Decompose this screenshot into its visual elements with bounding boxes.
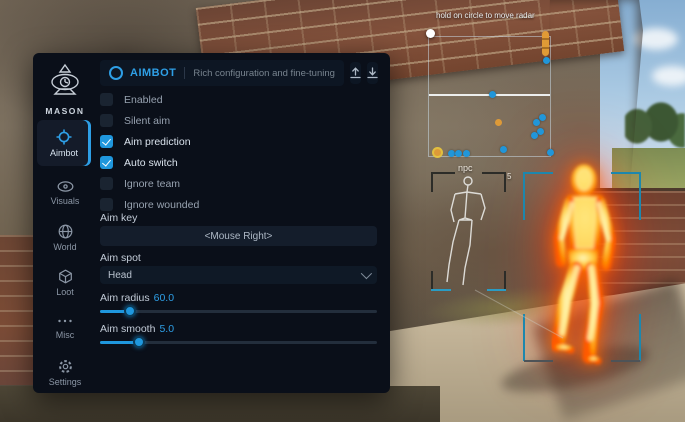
checkbox-icon[interactable] — [100, 156, 113, 169]
checkbox-icon[interactable] — [100, 177, 113, 190]
mason-eye-icon — [44, 63, 86, 99]
sidebar-item-label: Misc — [33, 330, 97, 340]
divider — [184, 67, 185, 79]
sidebar-item-label: Aimbot — [37, 148, 91, 158]
sidebar-item-visuals[interactable]: Visuals — [33, 180, 97, 206]
sidebar-item-label: World — [33, 242, 97, 252]
aim-smooth-value: 5.0 — [159, 323, 174, 335]
aim-radius-value: 60.0 — [154, 292, 174, 304]
download-icon — [367, 67, 378, 79]
aim-radius-slider[interactable] — [100, 305, 377, 317]
radar-dot — [547, 149, 554, 156]
checkbox-silent-aim[interactable]: Silent aim — [100, 110, 377, 131]
sidebar: MASON Aimbot Visuals — [33, 53, 97, 393]
radar-panel[interactable] — [428, 36, 551, 157]
aim-spot-select[interactable]: Head — [100, 266, 377, 284]
page-header: AIMBOT Rich configuration and fine-tunin… — [100, 60, 377, 86]
upload-config-button[interactable] — [350, 62, 361, 84]
aimbot-page: AIMBOT Rich configuration and fine-tunin… — [100, 53, 377, 393]
upload-icon — [350, 67, 361, 79]
radar-dot — [463, 150, 470, 157]
radar-dot — [489, 91, 496, 98]
crosshair-icon — [56, 129, 72, 145]
cube-icon — [58, 269, 73, 284]
checkbox-icon[interactable] — [100, 114, 113, 127]
checkbox-ignore-team[interactable]: Ignore team — [100, 173, 377, 194]
sidebar-item-label: Settings — [33, 377, 97, 387]
checkbox-icon[interactable] — [100, 93, 113, 106]
offscreen-indicator-dot — [543, 57, 550, 64]
checkbox-icon[interactable] — [100, 198, 113, 211]
slider-knob[interactable] — [133, 336, 145, 348]
aim-smooth-label: Aim smooth5.0 — [100, 323, 174, 335]
checkbox-label: Auto switch — [124, 157, 178, 169]
radar-dot — [531, 132, 538, 139]
radar-drag-circle[interactable] — [426, 29, 435, 38]
radar-dot — [539, 114, 546, 121]
download-config-button[interactable] — [367, 62, 378, 84]
cheat-menu-window: MASON Aimbot Visuals — [33, 53, 390, 393]
checkbox-enabled[interactable]: Enabled — [100, 89, 377, 110]
slider-track[interactable] — [100, 310, 377, 313]
skeleton-figure — [425, 170, 575, 345]
eye-icon — [57, 180, 74, 193]
aim-spot-label: Aim spot — [100, 252, 141, 264]
cloud — [652, 66, 685, 86]
checkbox-icon[interactable] — [100, 135, 113, 148]
radar-dot — [448, 150, 455, 157]
screenshot-root: npc 5 hold on circle to move radar — [0, 0, 685, 422]
ellipsis-icon — [57, 315, 73, 327]
ring-icon — [109, 66, 123, 80]
gear-icon — [58, 359, 73, 374]
checkbox-label: Enabled — [124, 94, 163, 106]
aim-key-button[interactable]: <Mouse Right> — [100, 226, 377, 246]
sidebar-item-aimbot[interactable]: Aimbot — [37, 120, 91, 166]
page-title: AIMBOT — [130, 67, 176, 79]
radar-dots — [429, 37, 550, 156]
radar-dot — [434, 149, 441, 156]
sidebar-item-loot[interactable]: Loot — [33, 269, 97, 297]
checkbox-label: Ignore team — [124, 178, 180, 190]
checkbox-label: Aim prediction — [124, 136, 191, 148]
offscreen-indicator-bar — [542, 31, 549, 56]
aim-radius-label: Aim radius60.0 — [100, 292, 174, 304]
slider-knob[interactable] — [124, 305, 136, 317]
checkbox-aim-prediction[interactable]: Aim prediction — [100, 131, 377, 152]
left-brick-patch — [0, 235, 34, 385]
brand-name: MASON — [33, 106, 97, 116]
aim-key-label: Aim key — [100, 212, 137, 224]
header-bar: AIMBOT Rich configuration and fine-tunin… — [100, 60, 344, 86]
radar-hint: hold on circle to move radar — [436, 11, 535, 20]
brand-logo: MASON — [33, 63, 97, 116]
radar-dot — [533, 119, 540, 126]
checkbox-label: Ignore wounded — [124, 199, 199, 211]
checkbox-ignore-wounded[interactable]: Ignore wounded — [100, 194, 377, 215]
globe-icon — [58, 224, 73, 239]
radar-dot — [537, 128, 544, 135]
checkbox-label: Silent aim — [124, 115, 170, 127]
sidebar-item-settings[interactable]: Settings — [33, 359, 97, 387]
chevron-down-icon — [361, 268, 372, 279]
radar-dot — [495, 119, 502, 126]
aim-smooth-slider[interactable] — [100, 336, 377, 348]
sidebar-item-misc[interactable]: Misc — [33, 315, 97, 340]
sidebar-item-label: Loot — [33, 287, 97, 297]
checkbox-auto-switch[interactable]: Auto switch — [100, 152, 377, 173]
radar-dot — [500, 146, 507, 153]
aim-spot-value: Head — [108, 270, 132, 281]
radar-dot — [455, 150, 462, 157]
sidebar-item-world[interactable]: World — [33, 224, 97, 252]
sidebar-item-label: Visuals — [33, 196, 97, 206]
page-subtitle: Rich configuration and fine-tuning — [193, 68, 335, 79]
